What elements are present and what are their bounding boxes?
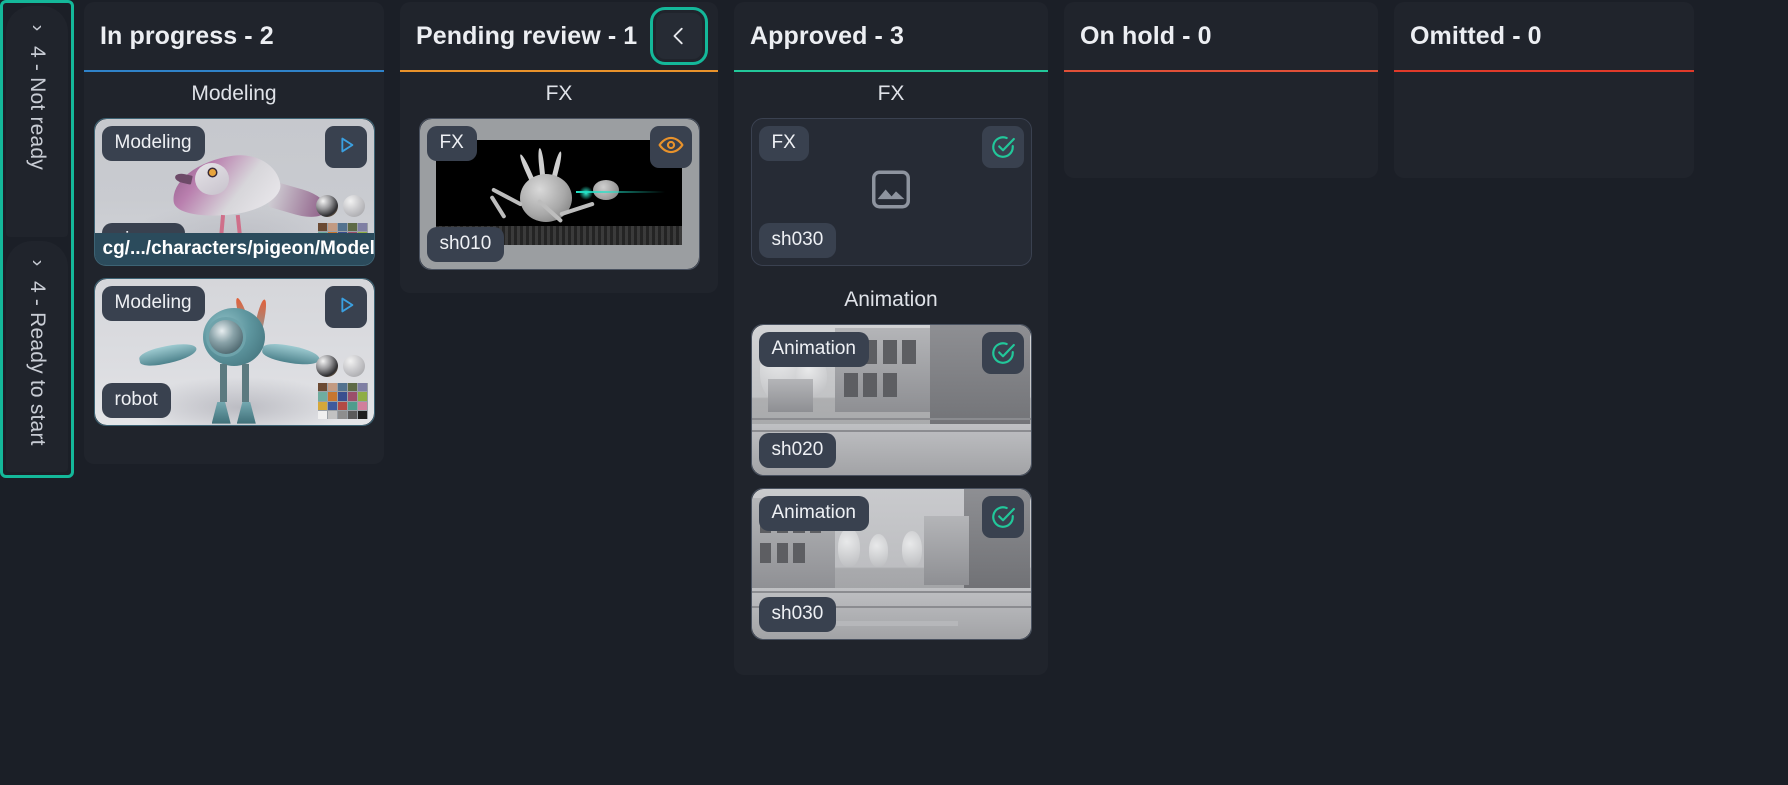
approved-button[interactable] [982,126,1024,168]
task-card[interactable]: Modeling robot [94,278,375,426]
card-entity-badge: sh010 [427,227,505,262]
task-card[interactable]: FX sh030 [751,118,1032,266]
play-button[interactable] [325,126,367,168]
chevron-left-icon [668,25,690,47]
column-in-progress: In progress - 2 Modeling [84,2,384,464]
chevron-right-icon[interactable]: › [27,260,47,267]
preview-button[interactable] [650,126,692,168]
column-body[interactable] [1064,72,1378,178]
reference-spheres [316,195,368,219]
column-header: Omitted - 0 [1394,2,1694,70]
task-group-title: FX [400,72,718,118]
task-group-title: Animation [734,278,1048,324]
play-button[interactable] [325,286,367,328]
task-group-title: Modeling [84,72,384,118]
task-card[interactable]: FX sh010 [419,118,700,270]
task-card[interactable]: Animation sh020 [751,324,1032,476]
kanban-board: › 4 - Not ready › 4 - Ready to start In … [0,0,1788,785]
card-path-label: cg/.../characters/pigeon/Modeling [95,233,374,265]
column-on-hold: On hold - 0 [1064,2,1378,178]
card-task-badge: Animation [759,496,870,531]
task-group-title: FX [734,72,1048,118]
card-task-badge: FX [759,126,809,161]
play-icon [335,134,357,161]
column-title: On hold - 0 [1080,22,1212,51]
task-card[interactable]: Modeling pigeon cg/.../characters/pigeon… [94,118,375,266]
card-entity-badge: sh030 [759,223,837,258]
column-body[interactable] [1394,72,1694,178]
column-title: Approved - 3 [750,22,904,51]
card-task-badge: Animation [759,332,870,367]
collapsed-column-not-ready[interactable]: › 4 - Not ready [6,6,68,237]
approved-button[interactable] [982,332,1024,374]
collapsed-column-label: 4 - Not ready [25,46,49,170]
eye-icon [658,132,684,163]
task-card[interactable]: Animation sh030 [751,488,1032,640]
collapsed-column-label: 4 - Ready to start [25,281,49,446]
collapsed-column-ready-to-start[interactable]: › 4 - Ready to start [6,241,68,472]
reference-spheres [316,355,368,379]
check-circle-icon [990,504,1016,530]
column-header: On hold - 0 [1064,2,1378,70]
column-header: In progress - 2 [84,2,384,70]
approved-button[interactable] [982,496,1024,538]
column-omitted: Omitted - 0 [1394,2,1694,178]
card-task-badge: FX [427,126,477,161]
card-task-badge: Modeling [102,286,205,321]
collapsed-columns-rail: › 4 - Not ready › 4 - Ready to start [0,0,74,478]
column-approved: Approved - 3 FX FX sh030 [734,2,1048,675]
column-title: In progress - 2 [100,22,274,51]
check-circle-icon [990,134,1016,160]
column-body[interactable]: FX FX sh030 [734,72,1048,675]
column-header: Approved - 3 [734,2,1048,70]
card-entity-badge: robot [102,383,171,418]
card-entity-badge: sh030 [759,597,837,632]
check-circle-icon [990,340,1016,366]
column-title: Omitted - 0 [1410,22,1542,51]
chevron-right-icon[interactable]: › [27,25,47,32]
image-placeholder-icon [868,167,914,218]
column-header: Pending review - 1 [400,2,718,70]
column-pending-review: Pending review - 1 FX [400,2,718,293]
column-body[interactable]: Modeling [84,72,384,464]
column-body[interactable]: FX [400,72,718,293]
play-icon [335,294,357,321]
column-title: Pending review - 1 [416,22,637,51]
collapse-column-button[interactable] [656,13,702,59]
color-chart [318,383,368,419]
card-task-badge: Modeling [102,126,205,161]
card-entity-badge: sh020 [759,433,837,468]
